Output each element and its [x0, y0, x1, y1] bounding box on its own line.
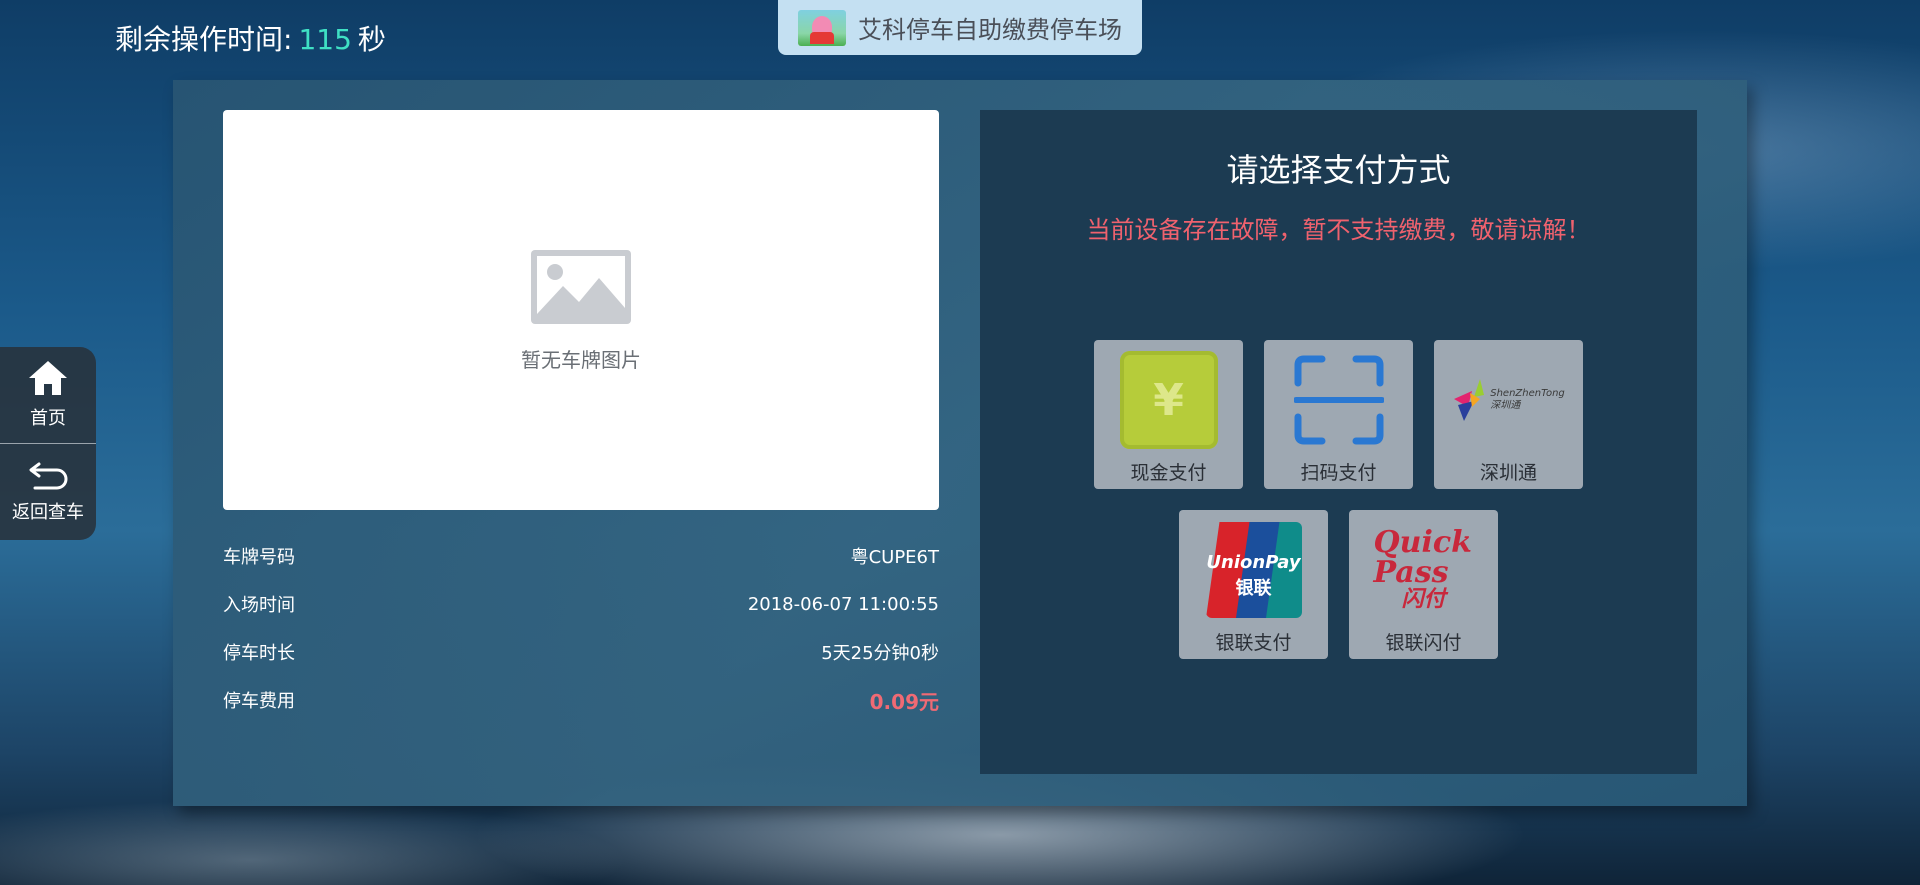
quickpass-logo-icon: Quick Pass 闪付 — [1374, 528, 1474, 612]
parking-logo-icon — [798, 9, 846, 46]
plate-number-label: 车牌号码 — [223, 547, 295, 568]
info-row-fee: 停车费用 0.09元 — [223, 676, 939, 724]
home-label: 首页 — [30, 408, 66, 429]
shenzhentong-logo-icon: ShenZhenTong 深圳通 — [1452, 377, 1565, 423]
return-label: 返回查车 — [12, 502, 84, 523]
parking-lot-name: 艾科停车自助缴费停车场 — [858, 16, 1122, 44]
countdown-timer: 剩余操作时间: 115 秒 — [115, 18, 386, 58]
duration-label: 停车时长 — [223, 643, 295, 664]
home-icon — [29, 361, 67, 395]
info-row-plate: 车牌号码 粤CUPE6T — [223, 532, 939, 580]
unionpay-payment-button[interactable]: UnionPay 银联 银联支付 — [1179, 510, 1328, 659]
shenzhentong-label: 深圳通 — [1479, 462, 1537, 484]
fee-label: 停车费用 — [223, 691, 295, 712]
unionpay-logo-en: UnionPay — [1206, 552, 1301, 573]
image-placeholder-icon — [531, 249, 631, 324]
quickpass-label: 银联闪付 — [1385, 632, 1462, 654]
side-nav: 首页 返回查车 — [0, 347, 96, 540]
szt-logo-en: ShenZhenTong — [1490, 388, 1565, 399]
plate-number-value: 粤CUPE6T — [850, 547, 939, 568]
payment-title: 请选择支付方式 — [1226, 151, 1451, 189]
return-icon — [29, 462, 68, 490]
unionpay-logo-cn: 银联 — [1235, 578, 1272, 599]
timer-label: 剩余操作时间: — [115, 23, 293, 56]
info-row-entry-time: 入场时间 2018-06-07 11:00:55 — [223, 580, 939, 628]
unionpay-logo-icon: UnionPay 银联 — [1205, 522, 1302, 618]
quickpass-payment-button[interactable]: Quick Pass 闪付 银联闪付 — [1349, 510, 1498, 659]
scan-payment-button[interactable]: 扫码支付 — [1264, 340, 1413, 489]
quickpass-logo-cn: 闪付 — [1401, 587, 1446, 612]
info-row-duration: 停车时长 5天25分钟0秒 — [223, 628, 939, 676]
cash-yen-icon: ¥ — [1119, 351, 1218, 449]
entry-time-value: 2018-06-07 11:00:55 — [747, 593, 939, 615]
scan-qr-icon — [1293, 355, 1384, 445]
duration-value: 5天25分钟0秒 — [821, 643, 939, 664]
payment-warning: 当前设备存在故障，暂不支持缴费，敬请谅解！ — [1086, 216, 1591, 244]
entry-time-label: 入场时间 — [223, 595, 295, 616]
parking-info: 车牌号码 粤CUPE6T 入场时间 2018-06-07 11:00:55 停车… — [223, 532, 939, 724]
no-plate-image-text: 暂无车牌图片 — [521, 347, 641, 372]
home-button[interactable]: 首页 — [0, 347, 96, 443]
plate-image-area: 暂无车牌图片 — [223, 110, 939, 510]
cash-payment-label: 现金支付 — [1130, 462, 1207, 484]
fee-value: 0.09元 — [869, 689, 939, 714]
timer-value: 115 — [298, 23, 352, 56]
quickpass-logo-en: Quick Pass — [1373, 525, 1472, 590]
scan-payment-label: 扫码支付 — [1300, 462, 1377, 484]
unionpay-label: 银联支付 — [1215, 632, 1292, 654]
timer-unit: 秒 — [357, 23, 386, 56]
main-panel: 暂无车牌图片 车牌号码 粤CUPE6T 入场时间 2018-06-07 11:0… — [173, 80, 1747, 806]
shenzhentong-payment-button[interactable]: ShenZhenTong 深圳通 深圳通 — [1434, 340, 1583, 489]
parking-lot-banner: 艾科停车自助缴费停车场 — [778, 0, 1142, 55]
return-search-button[interactable]: 返回查车 — [0, 444, 96, 540]
payment-panel: 请选择支付方式 当前设备存在故障，暂不支持缴费，敬请谅解！ ¥ 现金支付 扫码支… — [980, 110, 1697, 774]
szt-logo-cn: 深圳通 — [1490, 400, 1521, 411]
cash-payment-button[interactable]: ¥ 现金支付 — [1094, 340, 1243, 489]
